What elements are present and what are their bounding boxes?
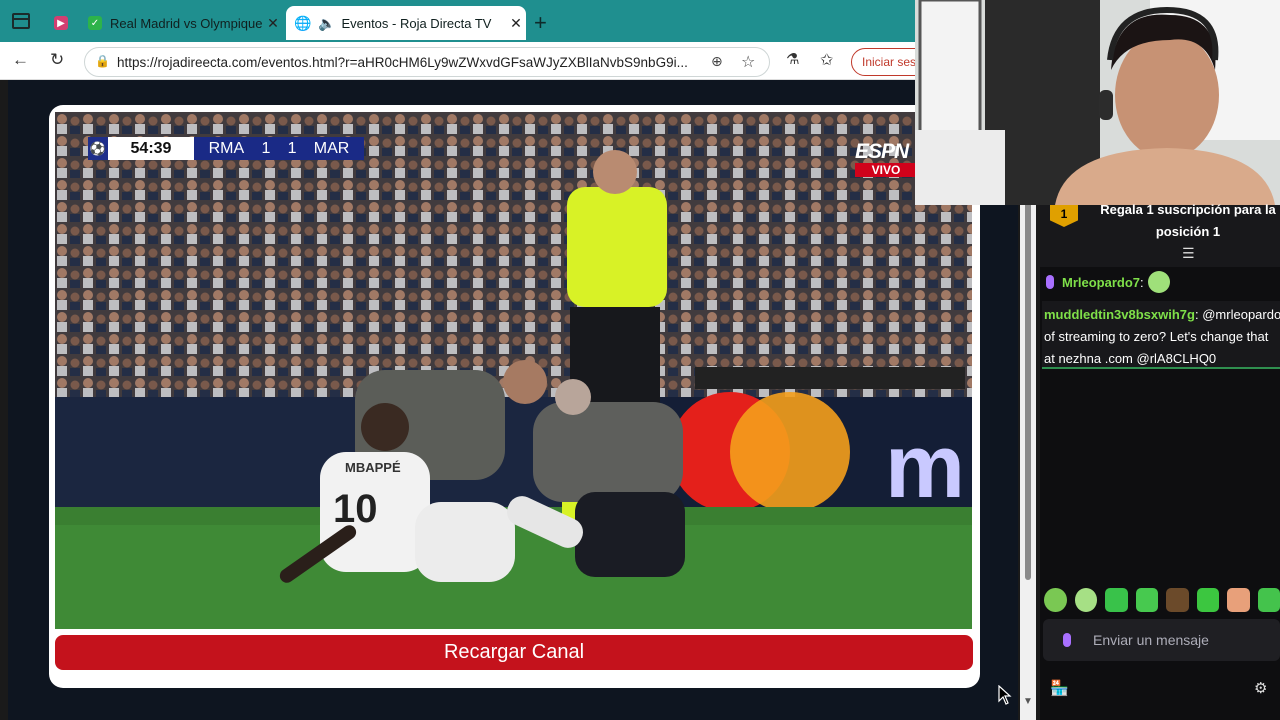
- mic-badge-icon: [1046, 275, 1054, 289]
- broadcaster-logo: ESPN VIVO: [855, 140, 917, 178]
- away-score: 1: [287, 140, 297, 157]
- video-player[interactable]: m MBAPPÉ 10: [55, 112, 972, 629]
- frog-emote-icon[interactable]: [1257, 588, 1280, 612]
- champions-league-icon: ⚽: [88, 137, 108, 160]
- chat-separator: :: [1194, 307, 1199, 322]
- monkey-emote-icon[interactable]: [1166, 588, 1189, 612]
- scoreboard: ⚽ 54:39 RMA 1 1 MAR: [88, 137, 364, 160]
- chat-text-line: of streaming to zero? Let's change that: [1044, 329, 1269, 344]
- chat-username[interactable]: Mrleopardo7: [1062, 275, 1140, 290]
- espn-logo-text: ESPN: [855, 140, 909, 163]
- chat-input[interactable]: Enviar un mensaje: [1043, 619, 1280, 661]
- chat-text-line: at nezhna .com @rlA8CLHQ0: [1044, 351, 1217, 366]
- url-text: https://rojadireecta.com/eventos.html?r=…: [117, 55, 688, 70]
- tab-title: Real Madrid vs Olympique de: [110, 15, 263, 31]
- scrollbar-thumb[interactable]: [1025, 200, 1031, 580]
- alien-emote-icon[interactable]: [1044, 588, 1067, 612]
- close-tab-icon[interactable]: ✕: [506, 15, 526, 32]
- home-team: RMA: [208, 140, 245, 157]
- svg-text:m: m: [885, 417, 965, 517]
- pepe-emote-icon[interactable]: [1196, 588, 1219, 612]
- expand-arrow-icon[interactable]: ☰: [1182, 245, 1195, 262]
- youtube-icon: ▶: [54, 16, 68, 30]
- frog-emote-icon[interactable]: [1105, 588, 1128, 612]
- new-tab-button[interactable]: +: [534, 10, 547, 36]
- player-number-text: 10: [333, 487, 378, 531]
- lock-icon[interactable]: 🔒: [95, 54, 110, 68]
- live-badge: VIVO: [855, 163, 917, 177]
- chat-separator: :: [1140, 274, 1144, 290]
- webcam-frame: [915, 0, 1280, 205]
- mouse-cursor-icon: [998, 685, 1012, 705]
- stream-chat: 1 Regala 1 suscripción para la posición …: [1040, 202, 1280, 720]
- chat-message: Mrleopardo7 :: [1046, 271, 1170, 293]
- pinned-banner[interactable]: 1 Regala 1 suscripción para la posición …: [1040, 202, 1280, 267]
- globe-icon: 🌐: [294, 14, 312, 31]
- speaker-icon[interactable]: 🔈: [318, 15, 335, 32]
- match-clock: 54:39: [108, 137, 194, 160]
- settings-gear-icon[interactable]: ⚙: [1254, 679, 1267, 697]
- window-menu-icon[interactable]: [12, 13, 30, 29]
- home-score: 1: [261, 140, 271, 157]
- gift-badge: 1: [1050, 205, 1078, 227]
- address-bar[interactable]: 🔒 https://rojadireecta.com/eventos.html?…: [84, 47, 770, 77]
- reload-icon[interactable]: ↻: [50, 50, 64, 70]
- face-emote-icon[interactable]: [1227, 588, 1250, 612]
- tab-bar: ▶ ✓ Real Madrid vs Olympique de ✕ 🌐 🔈 Ev…: [0, 0, 915, 42]
- emote-bar: [1044, 588, 1280, 614]
- tab-real-madrid[interactable]: ✓ Real Madrid vs Olympique de ✕: [78, 6, 283, 40]
- alien-emote-icon: [1147, 271, 1170, 293]
- check-icon: ✓: [88, 16, 102, 30]
- extensions-icon[interactable]: ⚗: [786, 50, 799, 68]
- team-scores: RMA 1 1 MAR: [194, 137, 364, 160]
- zoom-icon[interactable]: ⊕: [711, 53, 723, 70]
- chat-username[interactable]: muddledtin3v8bsxwih7g: [1044, 307, 1195, 322]
- favorites-icon[interactable]: ✩: [820, 50, 833, 70]
- video-frame: m MBAPPÉ 10: [55, 112, 972, 629]
- tab-title: Eventos - Roja Directa TV: [341, 15, 492, 31]
- pinned-text: Regala 1 suscripción para la posición 1: [1100, 202, 1276, 239]
- browser-toolbar: ← ↻ 🔒 https://rojadireecta.com/eventos.h…: [0, 42, 931, 80]
- frog-emote-icon[interactable]: [1135, 588, 1158, 612]
- reload-channel-button[interactable]: Recargar Canal: [55, 635, 973, 670]
- chat-text-line: @mrleopardo7: [1202, 307, 1280, 322]
- chat-placeholder: Enviar un mensaje: [1093, 632, 1209, 648]
- mic-badge-icon: [1063, 633, 1071, 647]
- star-icon[interactable]: ☆: [741, 52, 755, 72]
- chat-message-highlighted: muddledtin3v8bsxwih7g: @mrleopardo7 of s…: [1042, 301, 1280, 369]
- alien-emote-icon[interactable]: [1074, 588, 1097, 612]
- store-icon[interactable]: 🏪: [1050, 679, 1069, 697]
- close-tab-icon[interactable]: ✕: [263, 15, 283, 32]
- scroll-down-arrow-icon[interactable]: ▼: [1023, 696, 1033, 707]
- player-name-text: MBAPPÉ: [345, 460, 401, 475]
- webcam-overlay: [915, 0, 1280, 205]
- back-arrow-icon[interactable]: ←: [12, 50, 29, 70]
- away-team: MAR: [313, 140, 350, 157]
- tab-eventos[interactable]: 🌐 🔈 Eventos - Roja Directa TV ✕: [286, 6, 526, 40]
